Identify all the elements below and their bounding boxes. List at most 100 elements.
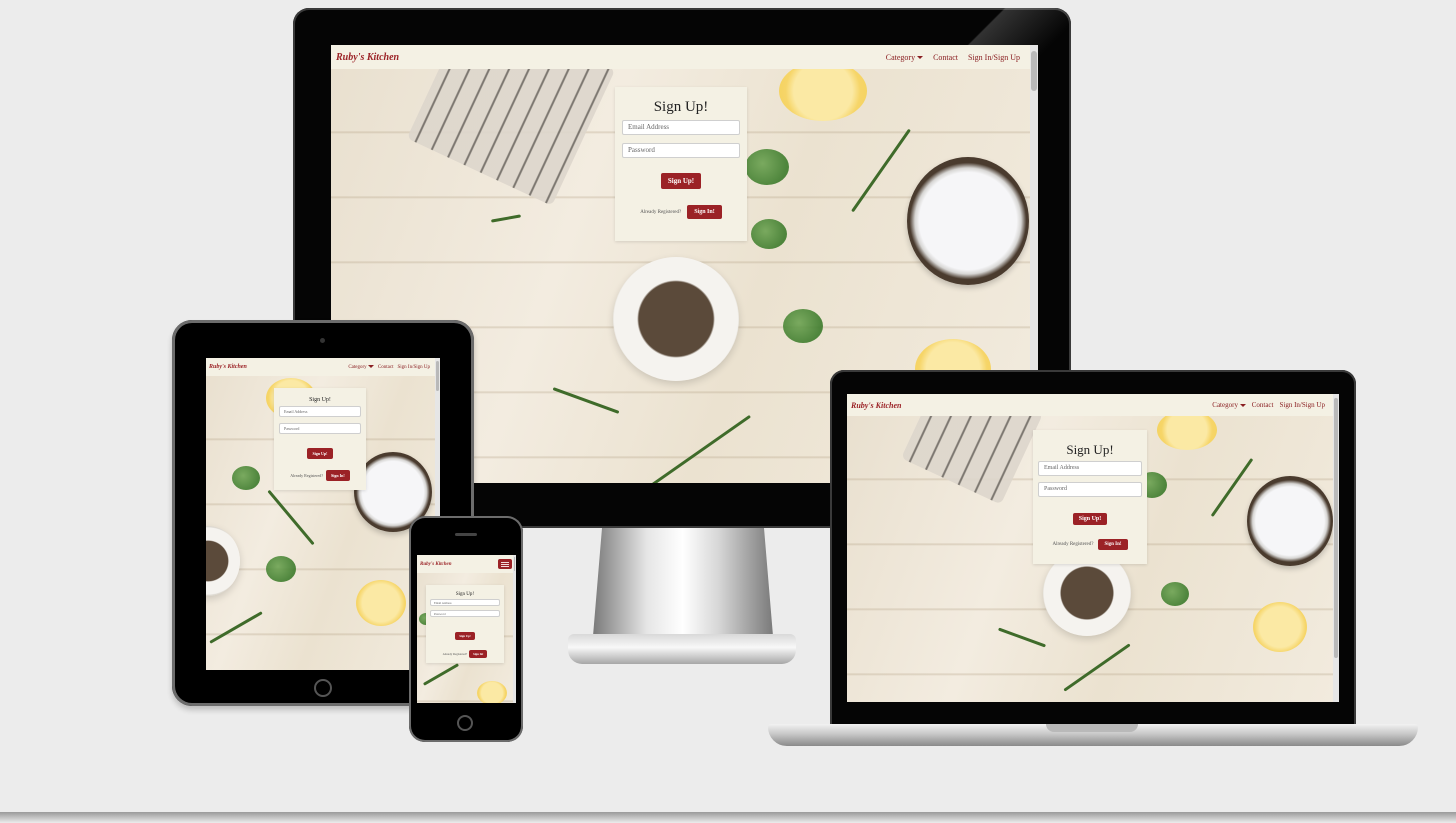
brand-logo[interactable]: Ruby's Kitchen — [851, 401, 901, 410]
caret-down-icon — [917, 56, 924, 60]
signup-card: Sign Up! Email Address Password Sign Up!… — [615, 87, 747, 241]
caret-down-icon — [367, 364, 374, 368]
password-field[interactable]: Password — [430, 610, 500, 617]
brand-logo[interactable]: Ruby's Kitchen — [209, 364, 247, 370]
email-field[interactable]: Email Address — [430, 599, 500, 606]
scrollbar[interactable] — [1333, 394, 1339, 702]
laptop-screen: Ruby's Kitchen Category Contact Sign In/… — [847, 394, 1339, 702]
scrollbar[interactable] — [513, 555, 516, 703]
password-field[interactable]: Password — [1038, 482, 1142, 497]
home-button-icon — [314, 679, 332, 697]
nav-category-label: Category — [885, 52, 916, 62]
signup-button[interactable]: Sign Up! — [455, 632, 475, 640]
navbar: Ruby's Kitchen Category Contact Sign In/… — [206, 358, 440, 376]
nav-category-label: Category — [348, 364, 367, 370]
herb-decoration — [751, 219, 787, 249]
lemon-decoration — [1253, 602, 1307, 652]
signup-button[interactable]: Sign Up! — [660, 173, 702, 189]
cloth-decoration — [406, 69, 616, 206]
nav-signin-signup-link[interactable]: Sign In/Sign Up — [968, 53, 1020, 62]
signup-card: Sign Up! Email Address Password Sign Up!… — [274, 388, 366, 490]
phone-screen: Ruby's Kitchen Sign Up! Email Address Pa… — [417, 555, 516, 703]
cloth-decoration — [901, 416, 1043, 505]
navbar: Ruby's Kitchen — [417, 555, 516, 573]
home-button-icon — [457, 715, 473, 731]
tablet-screen: Ruby's Kitchen Category Contact Sign In/… — [206, 358, 440, 670]
scrollbar-thumb[interactable] — [436, 361, 439, 391]
signup-title: Sign Up! — [1066, 442, 1114, 457]
nav-links: Category Contact Sign In/Sign Up — [886, 53, 1020, 62]
herb-decoration — [422, 663, 460, 686]
monitor-base — [568, 634, 796, 664]
laptop-notch — [1046, 724, 1138, 732]
nav-contact-link[interactable]: Contact — [1252, 401, 1274, 409]
scrollbar-thumb[interactable] — [514, 557, 515, 571]
hamburger-line — [501, 563, 509, 565]
already-registered-text: Already Registered? — [1052, 542, 1094, 547]
nav-contact-link[interactable]: Contact — [378, 365, 394, 370]
already-registered-text: Already Registered? — [290, 473, 324, 478]
signup-button[interactable]: Sign Up! — [1072, 513, 1108, 525]
signup-card: Sign Up! Email Address Password Sign Up!… — [1033, 430, 1147, 564]
herb-decoration — [745, 149, 789, 185]
lemon-decoration — [477, 681, 507, 703]
signin-button[interactable]: Sign In! — [687, 205, 722, 219]
signup-card: Sign Up! Email Address Password Sign Up!… — [426, 585, 504, 663]
herb-decoration — [997, 627, 1047, 648]
brand-logo[interactable]: Ruby's Kitchen — [420, 562, 452, 567]
nav-category-dropdown[interactable]: Category — [885, 52, 924, 62]
hamburger-menu-icon[interactable] — [498, 559, 512, 569]
herb-decoration — [650, 414, 752, 483]
nav-signin-signup-link[interactable]: Sign In/Sign Up — [1279, 401, 1325, 409]
already-registered-text: Already Registered? — [442, 652, 468, 656]
nav-links: Category Contact Sign In/Sign Up — [1212, 401, 1325, 409]
already-registered-text: Already Registered? — [640, 209, 682, 215]
salt-bowl-decoration — [907, 157, 1029, 285]
signin-row: Already Registered? Sign In! — [426, 650, 504, 658]
signup-title: Sign Up! — [309, 397, 331, 403]
signin-row: Already Registered? Sign In! — [615, 205, 747, 219]
email-field[interactable]: Email Address — [622, 120, 740, 135]
signin-button[interactable]: Sign In! — [469, 650, 488, 658]
password-field[interactable]: Password — [622, 143, 740, 158]
lemon-decoration — [779, 69, 867, 121]
hamburger-line — [501, 565, 509, 567]
herb-decoration — [1210, 457, 1254, 518]
scrollbar-thumb[interactable] — [1334, 398, 1338, 658]
herb-decoration — [1063, 643, 1131, 692]
nav-signin-signup-link[interactable]: Sign In/Sign Up — [397, 365, 430, 370]
herb-decoration — [783, 309, 823, 343]
nav-contact-link[interactable]: Contact — [933, 53, 958, 62]
signin-button[interactable]: Sign In! — [326, 470, 350, 481]
herb-decoration — [490, 214, 522, 223]
salt-bowl-decoration — [1247, 476, 1333, 566]
herb-decoration — [266, 556, 296, 582]
camera-icon — [320, 338, 325, 343]
herb-decoration — [232, 466, 260, 490]
herb-decoration — [267, 489, 315, 546]
password-field[interactable]: Password — [279, 423, 361, 434]
caret-down-icon — [1239, 403, 1246, 407]
signin-row: Already Registered? Sign In! — [1033, 539, 1147, 550]
navbar: Ruby's Kitchen Category Contact Sign In/… — [847, 394, 1339, 416]
monitor-stand — [593, 528, 773, 636]
scrollbar-thumb[interactable] — [1031, 51, 1037, 91]
nav-category-dropdown[interactable]: Category — [1212, 401, 1246, 409]
signup-title: Sign Up! — [653, 99, 709, 115]
herb-decoration — [209, 611, 263, 644]
email-field[interactable]: Email Address — [1038, 461, 1142, 476]
lemon-decoration — [356, 580, 406, 626]
herb-decoration — [552, 387, 620, 414]
signin-button[interactable]: Sign In! — [1098, 539, 1128, 550]
hamburger-line — [501, 561, 509, 563]
brand-logo[interactable]: Ruby's Kitchen — [336, 52, 399, 63]
signin-row: Already Registered? Sign In! — [274, 470, 366, 481]
email-field[interactable]: Email Address — [279, 406, 361, 417]
nav-category-dropdown[interactable]: Category — [348, 365, 374, 370]
nav-category-label: Category — [1212, 401, 1238, 409]
signup-button[interactable]: Sign Up! — [307, 448, 333, 459]
herb-decoration — [851, 128, 911, 213]
signup-title: Sign Up! — [455, 592, 475, 597]
nav-links: Category Contact Sign In/Sign Up — [348, 365, 430, 370]
floor-shadow — [0, 812, 1456, 823]
